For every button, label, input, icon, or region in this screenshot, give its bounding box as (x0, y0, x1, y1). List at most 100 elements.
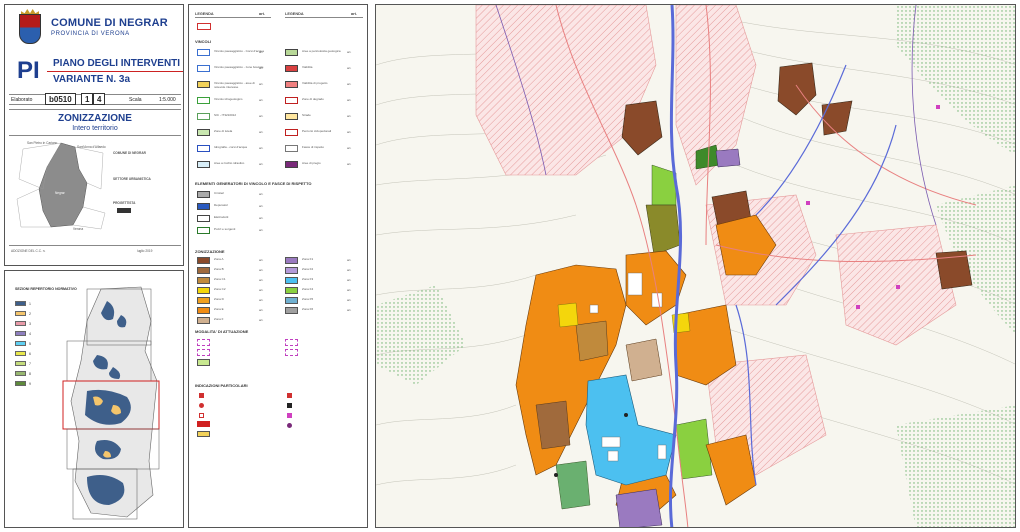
legend-article-ref: art. (347, 278, 352, 282)
legend-header-art: art. (259, 12, 265, 16)
legend-article-ref: art. (259, 114, 264, 118)
legend-article-ref: art. (259, 318, 264, 322)
legend-swatch (197, 97, 210, 104)
legend-section-title: ELEMENTI GENERATORI DI VINCOLO E FASCE D… (195, 181, 312, 186)
coat-of-arms-icon (19, 14, 41, 44)
legend-swatch (285, 81, 298, 88)
zoning-map-canvas[interactable] (376, 5, 1016, 528)
title-divider (47, 71, 183, 72)
legend-swatch (197, 49, 210, 56)
symbol-icon (287, 393, 292, 398)
overview-key-swatch (15, 381, 26, 386)
legend-article-ref: art. (347, 268, 352, 272)
zone-f1-area[interactable] (715, 148, 741, 168)
zone-a-area[interactable] (621, 100, 663, 156)
municipality-shape (38, 142, 88, 228)
zoning-map[interactable] (375, 4, 1016, 528)
zone-c2-area[interactable] (557, 302, 579, 328)
zone-f-area[interactable] (625, 338, 663, 382)
legend-swatch (285, 297, 298, 304)
legend-swatch (197, 257, 210, 264)
legend-article-ref: art. (259, 288, 264, 292)
legend-article-ref: art. (259, 268, 264, 272)
legend-article-ref: art. (259, 130, 264, 134)
zone-c1-area[interactable] (575, 320, 609, 362)
zone-f1-area[interactable] (615, 488, 663, 528)
zone-green-area[interactable] (555, 460, 591, 510)
overview-key-swatch (15, 361, 26, 366)
sheet-number-1: 1 (81, 93, 94, 105)
legend-swatch (197, 287, 210, 294)
elaborato-code: b0510 (45, 93, 76, 105)
legend-article-ref: art. (259, 192, 264, 196)
symbol-icon (197, 421, 210, 427)
legend-swatch (197, 349, 210, 356)
legend-swatch (197, 227, 210, 234)
map-subtitle: Intero territorio (72, 125, 118, 132)
symbol-icon (287, 423, 292, 428)
overview-key-number: 6 (29, 351, 31, 356)
elaborato-label: Elaborato (11, 97, 33, 103)
symbol-icon (287, 413, 292, 418)
legend-swatch (197, 277, 210, 284)
legend-swatch (285, 307, 298, 314)
zone-b-area[interactable] (535, 400, 571, 450)
overview-key-swatch (15, 311, 26, 316)
overview-key-swatch (15, 331, 26, 336)
plan-variant: VARIANTE N. 3a (53, 74, 131, 85)
overview-key-number: 9 (29, 381, 31, 386)
legend-article-ref: art. (259, 308, 264, 312)
legend-article-ref: art. (259, 66, 264, 70)
vincolo-hatched (475, 5, 657, 176)
legend-section-title: ZONIZZAZIONE (195, 249, 225, 254)
legend-swatch (197, 65, 210, 72)
overview-key-number: 3 (29, 321, 31, 326)
zone-a-area[interactable] (777, 62, 817, 116)
symbol-icon (197, 431, 210, 437)
legend-article-ref: art. (347, 98, 352, 102)
minimap-label: Negrar (55, 191, 65, 195)
legend-article-ref: art. (259, 146, 264, 150)
legend-article-ref: art. (347, 82, 352, 86)
legend-article-ref: art. (259, 298, 264, 302)
legend-article-ref: art. (347, 114, 352, 118)
legend-swatch (197, 215, 210, 222)
legend-article-ref: art. (347, 146, 352, 150)
legend-swatch (197, 161, 210, 168)
title-block: COMUNE DI NEGRAR PROVINCIA DI VERONA PI … (4, 4, 184, 266)
zone-green-area[interactable] (651, 164, 677, 206)
legend-swatch (285, 49, 298, 56)
legend-swatch (197, 339, 210, 346)
legend-panel: LEGENDA art. LEGENDA art. VINCOLI Vincol… (188, 4, 368, 528)
legend-article-ref: art. (259, 278, 264, 282)
legend-article-ref: art. (259, 228, 264, 232)
overview-key-number: 5 (29, 341, 31, 346)
zone-a-area[interactable] (821, 100, 853, 136)
legend-article-ref: art. (259, 50, 264, 54)
overview-key-number: 7 (29, 361, 31, 366)
legend-swatch (285, 277, 298, 284)
legend-header-art: art. (351, 12, 357, 16)
symbol-icon (199, 403, 204, 408)
municipality-name: COMUNE DI NEGRAR (51, 17, 168, 29)
overview-key-swatch (15, 341, 26, 346)
scale-value: 1:5.000 (159, 97, 176, 103)
legend-article-ref: art. (347, 50, 352, 54)
vincolo-area (896, 405, 1015, 527)
legend-article-ref: art. (259, 82, 264, 86)
symbol-icon (287, 403, 292, 408)
overview-key-swatch (15, 321, 26, 326)
plan-title: PIANO DEGLI INTERVENTI (53, 58, 181, 69)
legend-swatch (285, 113, 298, 120)
zone-f3-area[interactable] (585, 374, 677, 486)
legend-swatch (285, 287, 298, 294)
legend-swatch (197, 191, 210, 198)
side-label: PROGETTISTA (113, 201, 136, 205)
legend-article-ref: art. (347, 66, 352, 70)
symbol-icon (199, 393, 204, 398)
legend-article-ref: art. (259, 204, 264, 208)
zone-olive-area[interactable] (645, 204, 681, 256)
overview-key-swatch (15, 371, 26, 376)
legend-swatch (197, 129, 210, 136)
legend-article-ref: art. (347, 308, 352, 312)
